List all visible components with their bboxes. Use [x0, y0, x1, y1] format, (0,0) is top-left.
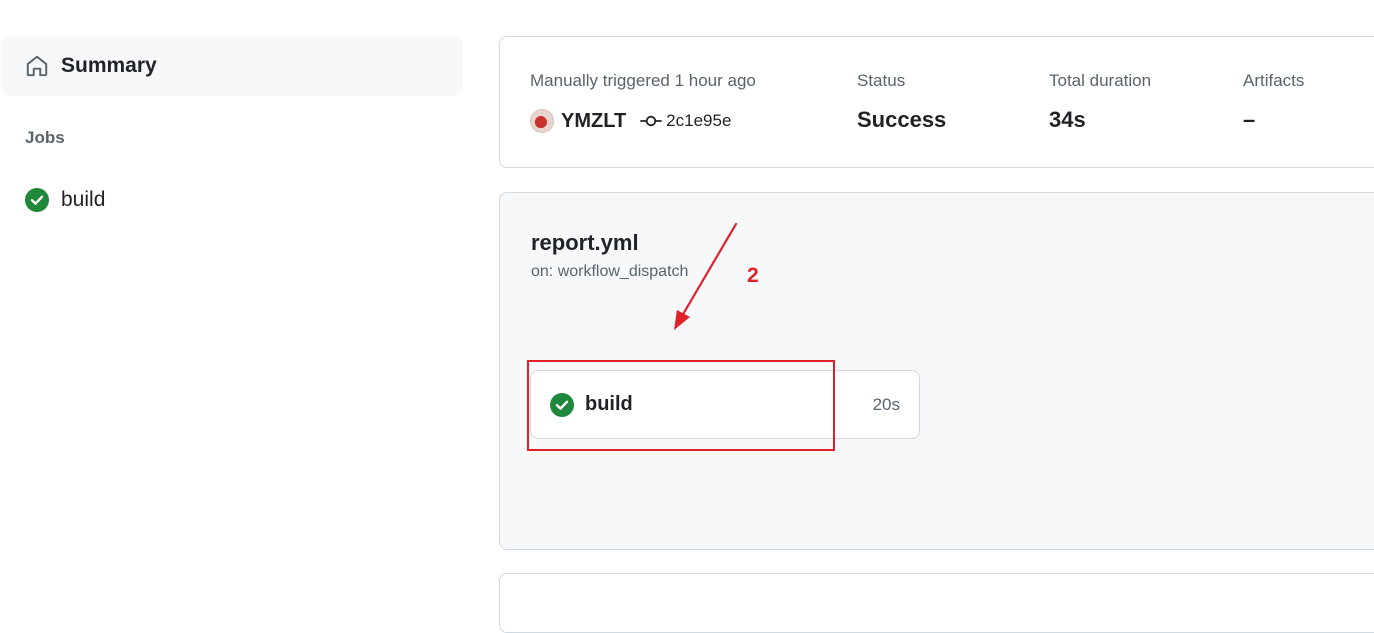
- job-node-duration: 20s: [872, 394, 900, 414]
- check-circle-icon: [25, 188, 49, 212]
- sidebar-job-label: build: [61, 188, 106, 211]
- artifacts-value: –: [1243, 107, 1256, 132]
- status-value: Success: [857, 107, 947, 132]
- home-icon: [24, 53, 50, 79]
- actor-row: YMZLT 2c1e95e: [530, 107, 731, 135]
- sidebar-summary-item[interactable]: Summary: [2, 36, 463, 96]
- workflow-trigger: on: workflow_dispatch: [531, 263, 689, 280]
- workflow-file-name: report.yml: [531, 230, 639, 255]
- next-section-card: [499, 573, 1374, 633]
- commit-sha: 2c1e95e: [666, 111, 732, 130]
- artifacts-label: Artifacts: [1243, 71, 1305, 90]
- total-duration-label: Total duration: [1049, 71, 1152, 90]
- commit-link[interactable]: 2c1e95e: [640, 111, 731, 131]
- annotation-number: 2: [747, 264, 759, 287]
- check-circle-icon: [550, 392, 574, 417]
- workflow-graph-panel: report.yml on: workflow_dispatch build 2…: [499, 192, 1374, 550]
- jobs-heading: Jobs: [25, 128, 65, 147]
- trigger-text: Manually triggered 1 hour ago: [530, 71, 756, 90]
- sidebar-job-build[interactable]: build: [2, 178, 463, 222]
- job-node-build[interactable]: build 20s: [530, 370, 920, 439]
- actor-name[interactable]: YMZLT: [561, 110, 626, 133]
- status-label: Status: [857, 71, 906, 90]
- sidebar-summary-label: Summary: [61, 54, 157, 77]
- job-node-label: build: [585, 393, 633, 415]
- total-duration-value: 34s: [1049, 107, 1086, 132]
- run-summary-card: Manually triggered 1 hour ago YMZLT 2c1e…: [499, 36, 1374, 168]
- avatar[interactable]: [530, 109, 554, 133]
- git-commit-icon: [640, 113, 663, 129]
